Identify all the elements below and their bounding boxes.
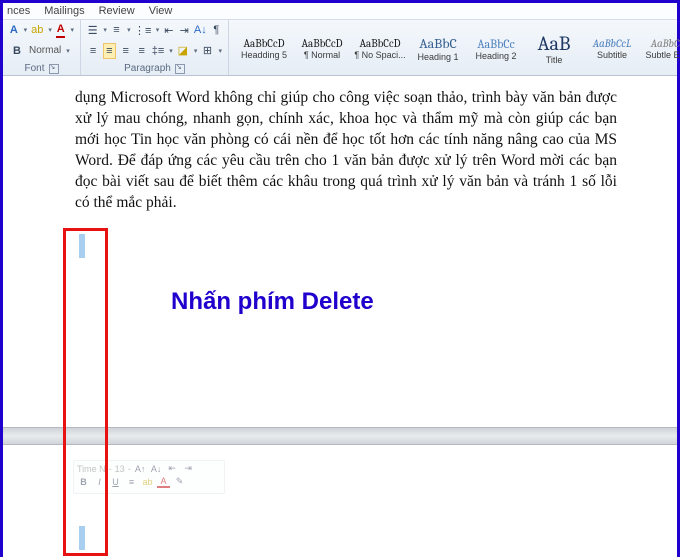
page-1[interactable]: dụng Microsoft Word không chỉ giúp cho c… bbox=[13, 82, 667, 422]
tab-view[interactable]: View bbox=[149, 5, 173, 17]
bold-icon[interactable]: B bbox=[9, 43, 25, 59]
indent-left-icon[interactable]: ⇤ bbox=[163, 22, 174, 38]
document-area: dụng Microsoft Word không chỉ giúp cho c… bbox=[3, 82, 677, 558]
style-heading2[interactable]: AaBbCcHeading 2 bbox=[467, 22, 525, 75]
mini-highlight-icon[interactable]: ab bbox=[141, 475, 154, 488]
numbering-icon[interactable]: ≡ bbox=[111, 22, 122, 38]
ribbon-tabs: nces Mailings Review View bbox=[3, 3, 677, 20]
style-no-spacing[interactable]: AaBbCcD¶ No Spaci... bbox=[351, 22, 409, 75]
paragraph-group-label: Paragraph bbox=[124, 63, 171, 74]
mini-font-size[interactable]: 13 bbox=[115, 464, 125, 474]
bullets-icon[interactable]: ☰ bbox=[87, 22, 98, 38]
paragraph-launcher-icon[interactable] bbox=[175, 64, 185, 74]
font-name-fragment: Normal bbox=[29, 45, 61, 56]
style-heading1[interactable]: AaBbCHeading 1 bbox=[409, 22, 467, 75]
body-paragraph[interactable]: dụng Microsoft Word không chỉ giúp cho c… bbox=[75, 88, 617, 214]
font-group-label: Font bbox=[24, 63, 44, 74]
justify-icon[interactable]: ≡ bbox=[136, 43, 148, 59]
styles-group: AaBbCcDHeadding 5 AaBbCcD¶ Normal AaBbCc… bbox=[229, 20, 680, 75]
grow-font-icon[interactable]: A↑ bbox=[134, 462, 147, 475]
tab-review[interactable]: Review bbox=[99, 5, 135, 17]
font-group: A▾ ab▾ A▾ B Normal▾ Font bbox=[3, 20, 81, 75]
annotation-text: Nhấn phím Delete bbox=[171, 288, 374, 316]
style-normal[interactable]: AaBbCcD¶ Normal bbox=[293, 22, 351, 75]
shrink-font-icon[interactable]: A↓ bbox=[150, 462, 163, 475]
indent-right-icon[interactable]: ⇥ bbox=[179, 22, 190, 38]
style-headding5[interactable]: AaBbCcDHeadding 5 bbox=[235, 22, 293, 75]
tab-references[interactable]: nces bbox=[7, 5, 30, 17]
font-launcher-icon[interactable] bbox=[49, 64, 59, 74]
style-title[interactable]: AaBTitle bbox=[525, 22, 583, 75]
annotation-box bbox=[63, 228, 108, 556]
mini-indent2-icon[interactable]: ⇥ bbox=[182, 462, 195, 475]
style-subtle-emphasis[interactable]: AaBbCcLSubtle Em... bbox=[641, 22, 680, 75]
line-spacing-icon[interactable]: ‡≡ bbox=[152, 43, 165, 59]
sort-icon[interactable]: A↓ bbox=[194, 22, 207, 38]
mini-underline-icon[interactable]: U bbox=[109, 475, 122, 488]
borders-icon[interactable]: ⊞ bbox=[201, 43, 213, 59]
mini-indent-icon[interactable]: ⇤ bbox=[166, 462, 179, 475]
ribbon: A▾ ab▾ A▾ B Normal▾ Font ☰▾ ≡▾ ⋮≡▾ ⇤ ⇥ A… bbox=[3, 20, 677, 76]
highlight-icon[interactable]: ab bbox=[31, 22, 43, 38]
show-marks-icon[interactable]: ¶ bbox=[211, 22, 222, 38]
style-subtitle[interactable]: AaBbCcLSubtitle bbox=[583, 22, 641, 75]
paragraph-group: ☰▾ ≡▾ ⋮≡▾ ⇤ ⇥ A↓ ¶ ≡ ≡ ≡ ≡ ‡≡▾ ◪▾ ⊞▾ Par… bbox=[81, 20, 229, 75]
mini-format-painter-icon[interactable]: ✎ bbox=[173, 475, 186, 488]
tab-mailings[interactable]: Mailings bbox=[44, 5, 84, 17]
align-center-icon[interactable]: ≡ bbox=[103, 43, 116, 59]
mini-center-icon[interactable]: ≡ bbox=[125, 475, 138, 488]
text-effects-icon[interactable]: A bbox=[9, 22, 19, 38]
multilevel-icon[interactable]: ⋮≡ bbox=[135, 22, 151, 38]
mini-fontcolor-icon[interactable]: A bbox=[157, 475, 170, 488]
font-color-icon[interactable]: A bbox=[56, 22, 66, 38]
shading-icon[interactable]: ◪ bbox=[177, 43, 189, 59]
align-right-icon[interactable]: ≡ bbox=[120, 43, 132, 59]
align-left-icon[interactable]: ≡ bbox=[87, 43, 99, 59]
